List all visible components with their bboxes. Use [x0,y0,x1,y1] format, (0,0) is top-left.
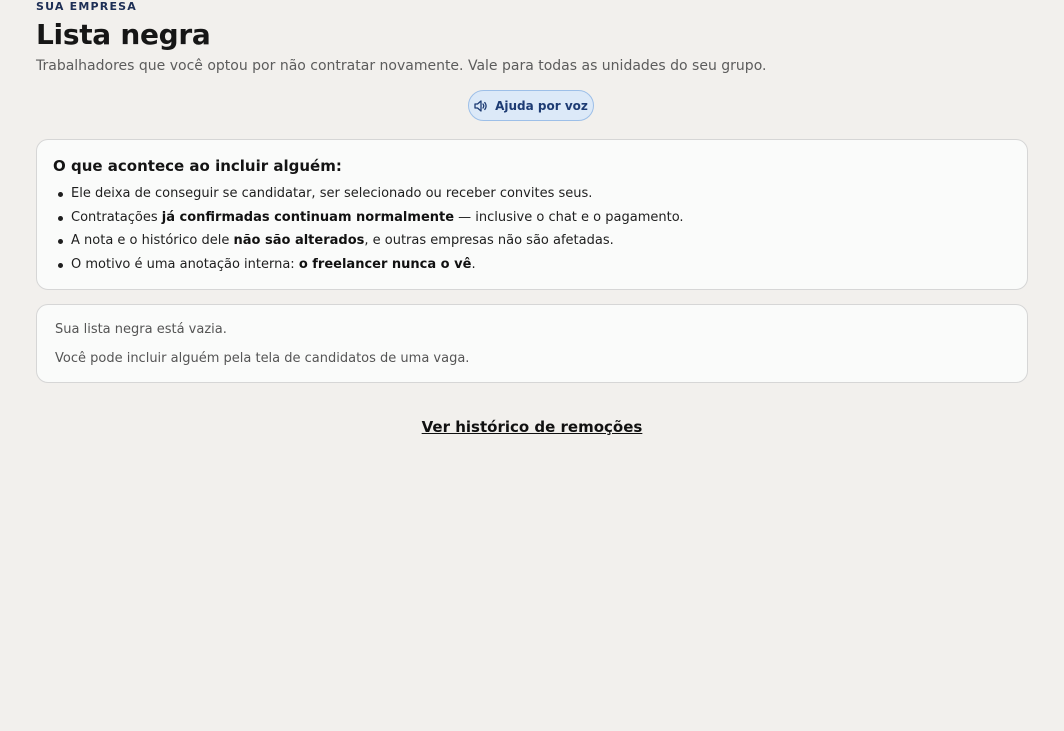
info-item-bold: não são alterados [233,233,365,249]
page-subtitle: Trabalhadores que você optou por não con… [36,58,767,74]
info-item-bold: o freelancer nunca o vê [298,256,472,272]
voice-help-label: Ajuda por voz [495,98,588,113]
info-item-post: — inclusive o chat e o pagamento. [454,209,684,225]
info-item-bold: já confirmadas continuam normalmente [161,209,455,225]
page-title: Lista negra [36,18,211,51]
info-list: Ele deixa de conseguir se candidatar, se… [53,185,1027,273]
voice-help-button[interactable]: Ajuda por voz [468,90,594,121]
speaker-icon [474,99,488,112]
empty-state-message: Sua lista negra está vazia. [55,322,227,337]
info-item: Ele deixa de conseguir se candidatar, se… [58,185,1027,202]
info-item-post: , e outras empresas não são afetadas. [364,233,614,249]
company-eyebrow: SUA EMPRESA [36,0,138,13]
info-item-pre: O motivo é uma anotação interna: [71,256,299,272]
info-item: O motivo é uma anotação interna: o freel… [58,256,1027,273]
empty-state-card: Sua lista negra está vazia. Você pode in… [36,304,1028,383]
empty-state-hint: Você pode incluir alguém pela tela de ca… [55,351,470,366]
info-card: O que acontece ao incluir alguém: Ele de… [36,139,1028,290]
info-card-title: O que acontece ao incluir alguém: [53,157,342,175]
info-item-pre: A nota e o histórico dele [71,233,234,249]
info-item: A nota e o histórico dele não são altera… [58,232,1027,249]
blacklist-page: SUA EMPRESA Lista negra Trabalhadores qu… [0,0,1064,731]
info-item: Contratações já confirmadas continuam no… [58,209,1027,226]
removal-history-link[interactable]: Ver histórico de remoções [422,418,643,436]
history-link-wrapper: Ver histórico de remoções [0,417,1064,437]
info-item-post: . [471,256,476,272]
info-item-text: Ele deixa de conseguir se candidatar, se… [71,186,593,201]
info-item-pre: Contratações [71,209,162,225]
